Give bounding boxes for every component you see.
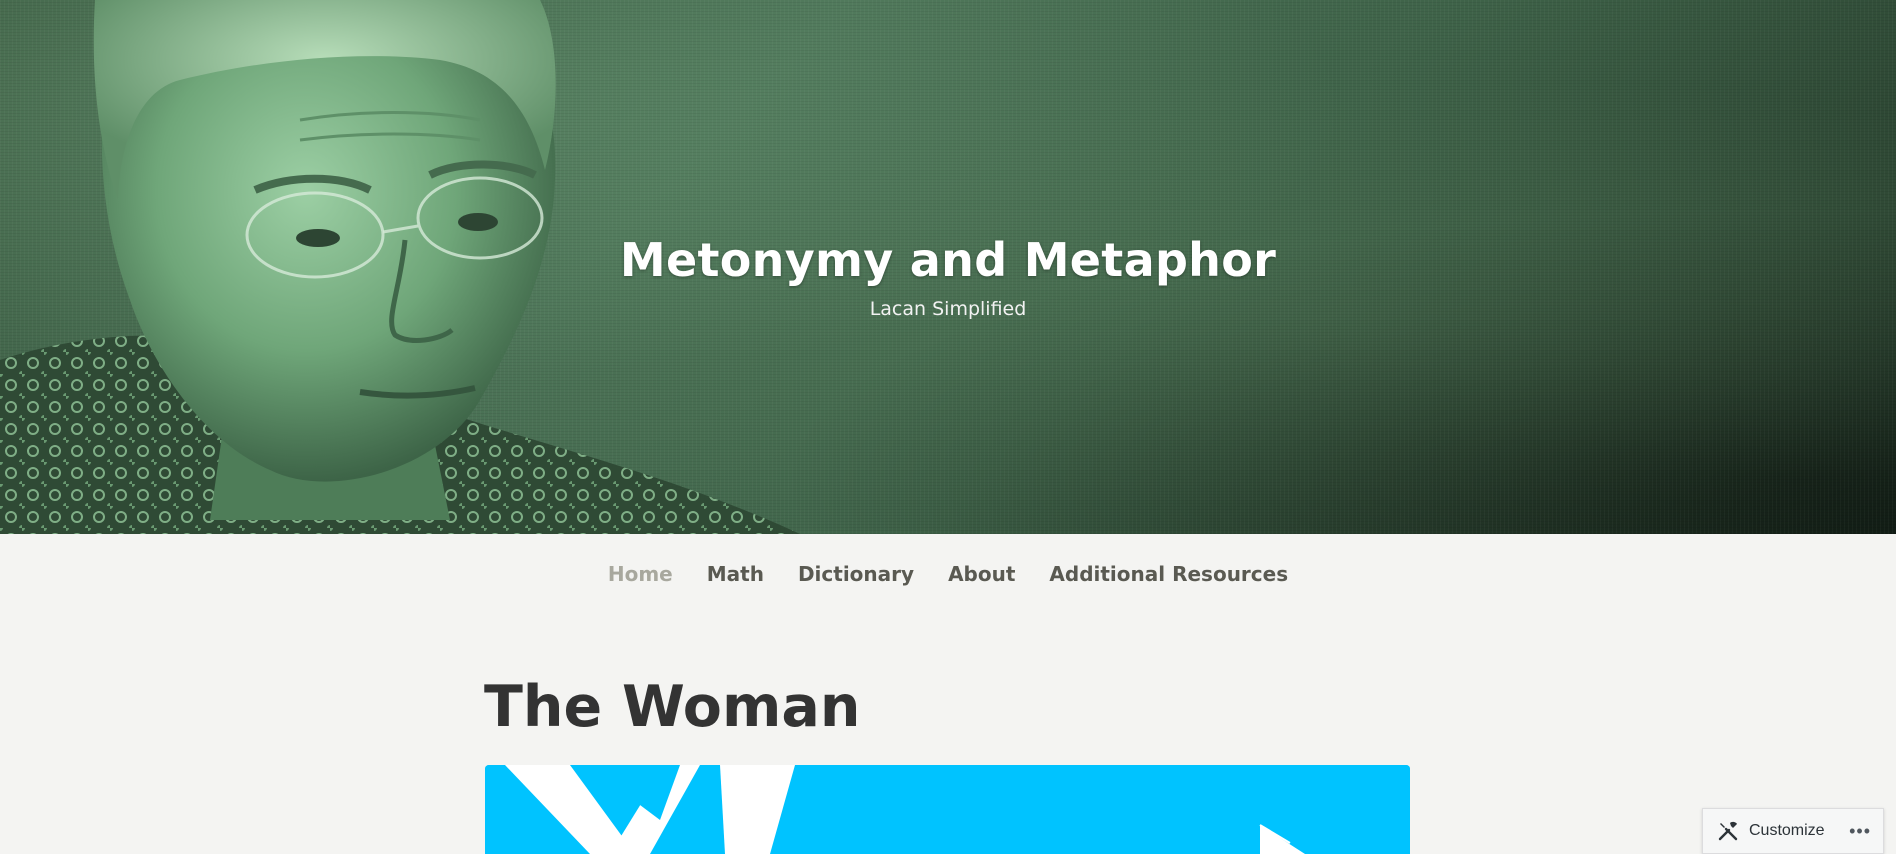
customize-button[interactable]: Customize (1703, 820, 1825, 842)
post-featured-image[interactable] (485, 765, 1410, 854)
customize-bar: Customize ••• (1702, 808, 1884, 854)
nav-item-about[interactable]: About (948, 562, 1015, 586)
post-title[interactable]: The Woman (484, 672, 860, 742)
nav-item-dictionary[interactable]: Dictionary (798, 562, 914, 586)
nav-item-home[interactable]: Home (608, 562, 673, 586)
customize-label: Customize (1749, 822, 1825, 839)
tools-icon (1718, 821, 1738, 841)
featured-image-graphic (485, 765, 1410, 854)
site-title[interactable]: Metonymy and Metaphor (0, 232, 1896, 288)
site-header: Metonymy and Metaphor Lacan Simplified (0, 0, 1896, 534)
site-branding: Metonymy and Metaphor Lacan Simplified (0, 232, 1896, 320)
nav-item-math[interactable]: Math (707, 562, 764, 586)
main-navigation: Home Math Dictionary About Additional Re… (0, 562, 1896, 586)
nav-item-additional-resources[interactable]: Additional Resources (1049, 562, 1288, 586)
site-tagline: Lacan Simplified (869, 298, 1027, 320)
more-options-icon[interactable]: ••• (1849, 821, 1871, 842)
